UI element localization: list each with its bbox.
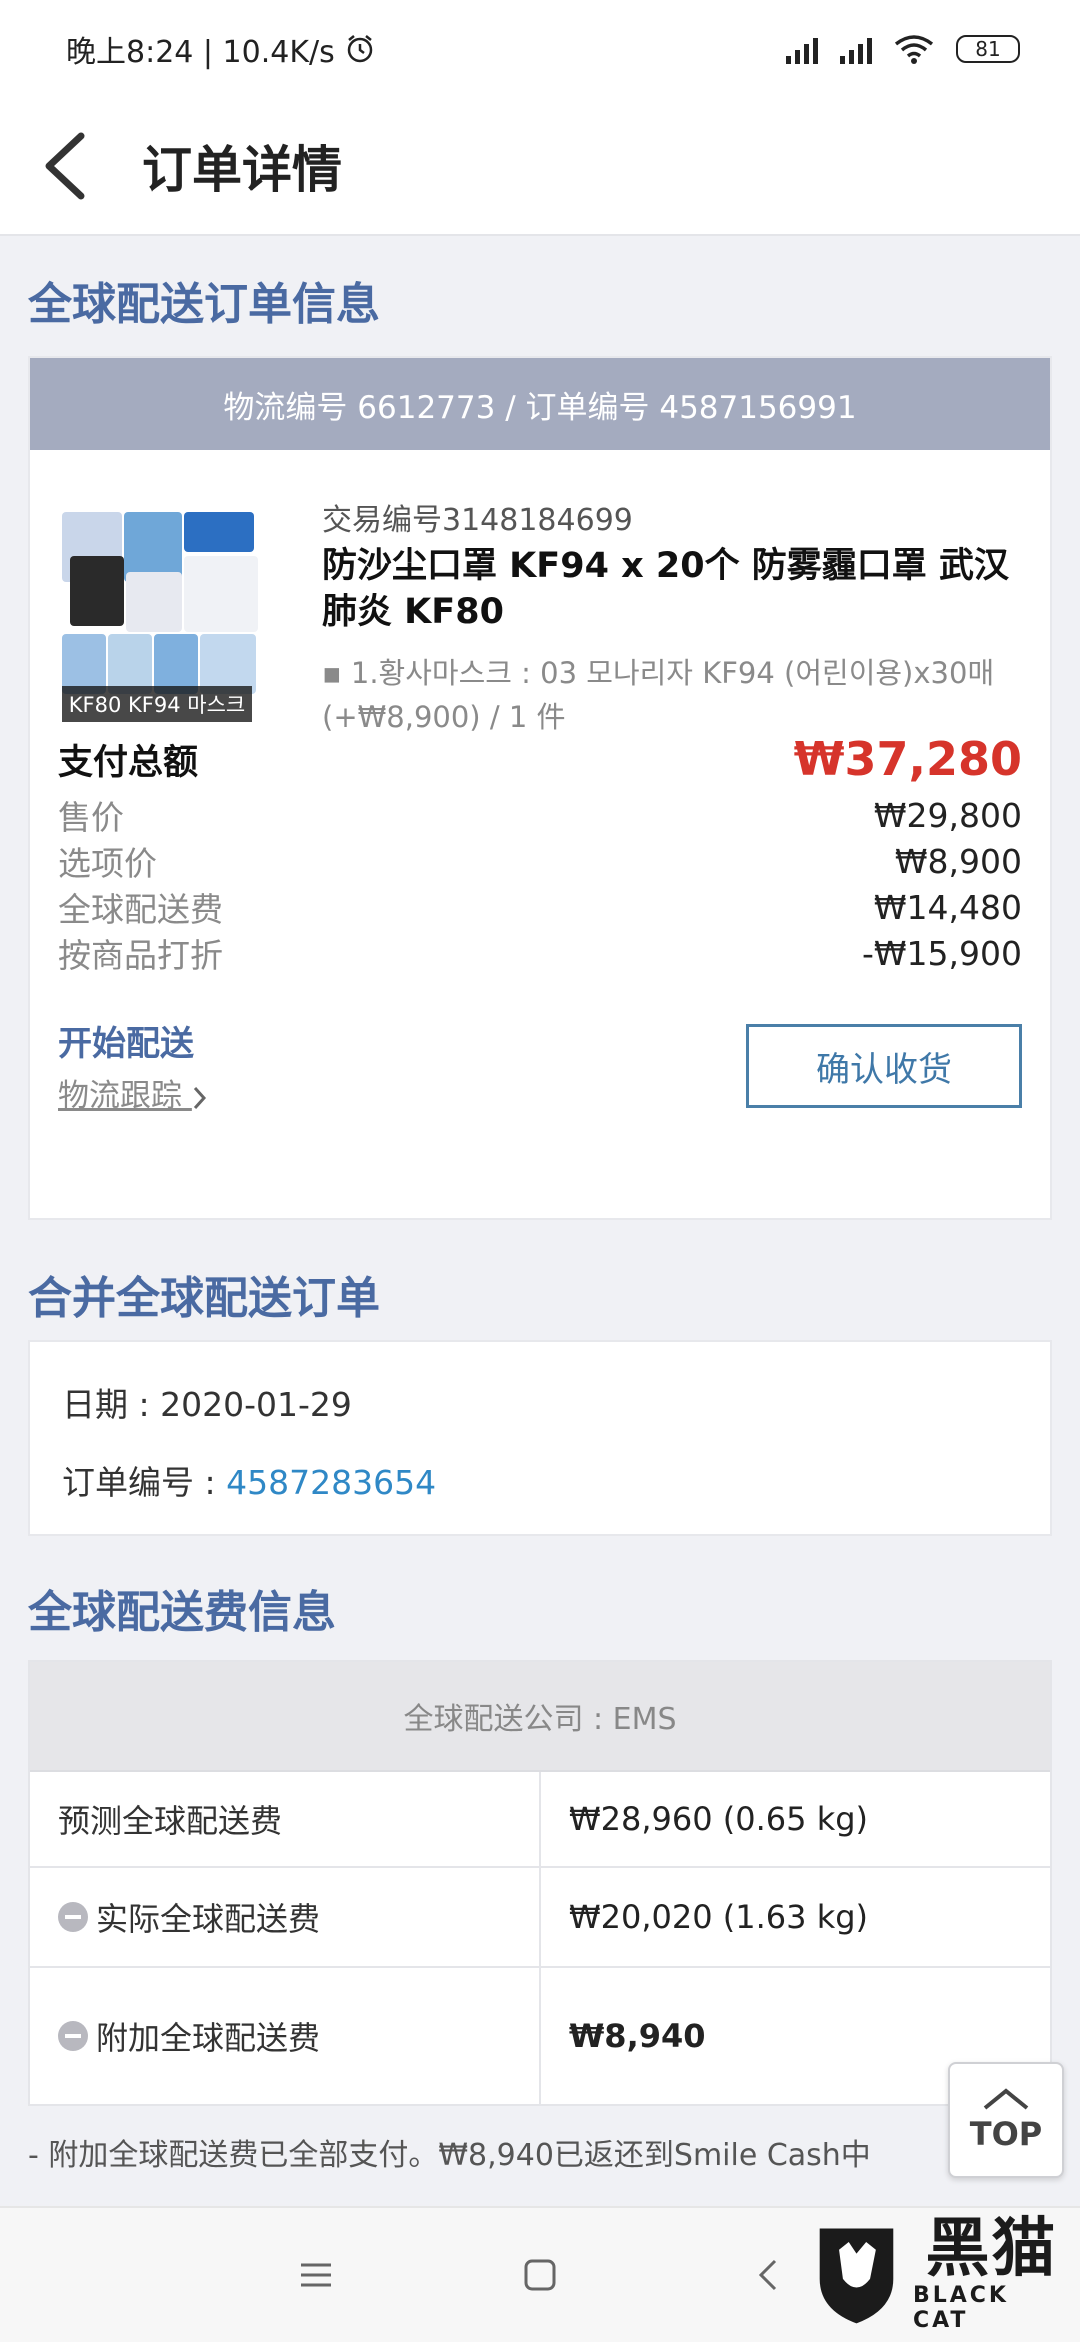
back-button[interactable] <box>14 116 114 216</box>
bullet-icon: ▪ <box>322 656 351 690</box>
merge-date-value: 2020-01-29 <box>160 1385 352 1424</box>
tracking-link-label: 物流跟踪 <box>58 1078 182 1114</box>
option-price-value: ₩8,900 <box>894 841 1022 881</box>
watermark-cn: 黑猫 <box>925 2212 1058 2286</box>
refund-note: - 附加全球配送费已全部支付。₩8,940已返还到Smile Cash中 <box>28 2138 871 2173</box>
page-title: 订单详情 <box>142 141 342 199</box>
shipping-status: 开始配送 <box>58 1024 194 1064</box>
back-triangle-icon <box>758 2259 777 2291</box>
nav-menu-button[interactable] <box>256 2208 376 2342</box>
minus-circle-icon <box>58 2021 88 2051</box>
order-card: 物流编号 6612773 / 订单编号 4587156991 KF80 KF94… <box>28 356 1052 1220</box>
payment-summary: 支付总额 ₩37,280 售价 ₩29,800 选项价 ₩8,900 全球配送费… <box>30 726 1050 976</box>
home-square-icon <box>524 2259 556 2291</box>
signal-icon-2 <box>840 34 872 64</box>
price-line-value: ₩29,800 <box>873 795 1022 835</box>
merge-date-label: 日期 : <box>62 1385 161 1424</box>
discount-value: -₩15,900 <box>861 933 1022 973</box>
alarm-icon <box>347 35 373 63</box>
shipping-fee-value: ₩14,480 <box>873 887 1022 927</box>
fee-label-actual: 实际全球配送费 <box>96 1900 321 1938</box>
fee-section-title: 全球配送费信息 <box>28 1587 336 1638</box>
fee-row-estimated: 预测全球配送费 ₩28,960 (0.65 kg) <box>30 1772 1050 1868</box>
wifi-icon <box>894 35 934 64</box>
menu-icon <box>301 2263 331 2287</box>
battery-icon: 81 <box>956 35 1020 63</box>
total-row: 支付总额 ₩37,280 <box>58 726 1022 792</box>
fee-row-actual: 实际全球配送费 ₩20,020 (1.63 kg) <box>30 1868 1050 1968</box>
discount-label: 按商品打折 <box>58 936 223 975</box>
chevron-left-icon <box>45 132 85 200</box>
nav-home-button[interactable] <box>480 2208 600 2342</box>
status-time: 晚上8:24 | 10.4K/s <box>66 35 335 70</box>
product-thumbnail: KF80 KF94 마스크 <box>62 512 276 722</box>
status-right: 81 <box>786 34 1020 64</box>
trade-number: 交易编号3148184699 <box>322 503 633 538</box>
watermark-text: 黑猫 BLACK CAT <box>913 2215 1070 2333</box>
fee-value-estimated: ₩28,960 (0.65 kg) <box>569 1800 869 1838</box>
blackcat-watermark: 黑猫 BLACK CAT <box>810 2210 1070 2338</box>
merge-order-link[interactable]: 4587283654 <box>226 1463 436 1502</box>
scroll-top-button[interactable]: TOP <box>948 2062 1064 2178</box>
merge-order-line: 订单编号 : 4587283654 <box>62 1456 436 1504</box>
fee-value-actual: ₩20,020 (1.63 kg) <box>569 1898 869 1936</box>
price-line-label: 售价 <box>58 798 124 837</box>
merge-section-title: 合并全球配送订单 <box>28 1273 380 1324</box>
merge-date-line: 日期 : 2020-01-29 <box>62 1378 352 1426</box>
shipping-fee-line: 全球配送费 ₩14,480 <box>58 884 1022 930</box>
fee-row-additional: 附加全球配送费 ₩8,940 <box>30 1968 1050 2104</box>
chevron-up-icon <box>983 2088 1029 2110</box>
discount-line: 按商品打折 -₩15,900 <box>58 930 1022 976</box>
fee-label-additional-cell: 附加全球配送费 <box>30 1968 541 2104</box>
minus-circle-icon <box>58 1902 88 1932</box>
fee-table: 全球配送公司 : EMS 预测全球配送费 ₩28,960 (0.65 kg) 实… <box>28 1660 1052 2106</box>
fee-label-additional: 附加全球配送费 <box>96 2019 321 2057</box>
fee-label-estimated: 预测全球配送费 <box>30 1772 541 1866</box>
product-info: 交易编号3148184699 防沙尘口罩 KF94 x 20个 防雾霾口罩 武汉… <box>322 495 1022 739</box>
merge-order-label: 订单编号 : <box>62 1463 227 1502</box>
app-bar: 订单详情 <box>0 98 1080 236</box>
watermark-en: BLACK CAT <box>912 2283 1009 2333</box>
scroll-top-label: TOP <box>969 2115 1043 2153</box>
product-block[interactable]: KF80 KF94 마스크 交易编号3148184699 防沙尘口罩 KF94 … <box>30 450 1050 734</box>
tracking-link[interactable]: 物流跟踪 <box>58 1070 208 1115</box>
option-price-line: 选项价 ₩8,900 <box>58 838 1022 884</box>
blackcat-logo-icon <box>819 2228 894 2324</box>
chevron-right-icon <box>193 1086 206 1109</box>
shipping-row: 开始配送 物流跟踪 确认收货 <box>30 1000 1050 1130</box>
confirm-receipt-button[interactable]: 确认收货 <box>746 1024 1022 1108</box>
product-option-text: 1.황사마스크 : 03 모나리자 KF94 (어린이용)x30매 (+₩8,9… <box>322 656 995 734</box>
fee-label-actual-cell: 实际全球配送费 <box>30 1868 541 1966</box>
signal-icon <box>786 34 818 64</box>
logistics-bar: 物流编号 6612773 / 订单编号 4587156991 <box>30 358 1050 450</box>
total-label: 支付总额 <box>58 742 199 783</box>
status-left: 晚上8:24 | 10.4K/s <box>66 27 375 71</box>
total-value: ₩37,280 <box>793 732 1022 786</box>
carrier-header: 全球配送公司 : EMS <box>30 1662 1050 1772</box>
thumbnail-caption: KF80 KF94 마스크 <box>62 686 252 722</box>
order-section-title: 全球配送订单信息 <box>28 279 380 330</box>
option-price-label: 选项价 <box>58 844 157 883</box>
status-bar: 晚上8:24 | 10.4K/s 81 <box>0 0 1080 98</box>
shipping-fee-label: 全球配送费 <box>58 890 223 929</box>
merge-card: 日期 : 2020-01-29 订单编号 : 4587283654 <box>28 1340 1052 1536</box>
price-line: 售价 ₩29,800 <box>58 792 1022 838</box>
product-name: 防沙尘口罩 KF94 x 20个 防雾霾口罩 武汉肺炎 KF80 <box>322 546 1009 632</box>
